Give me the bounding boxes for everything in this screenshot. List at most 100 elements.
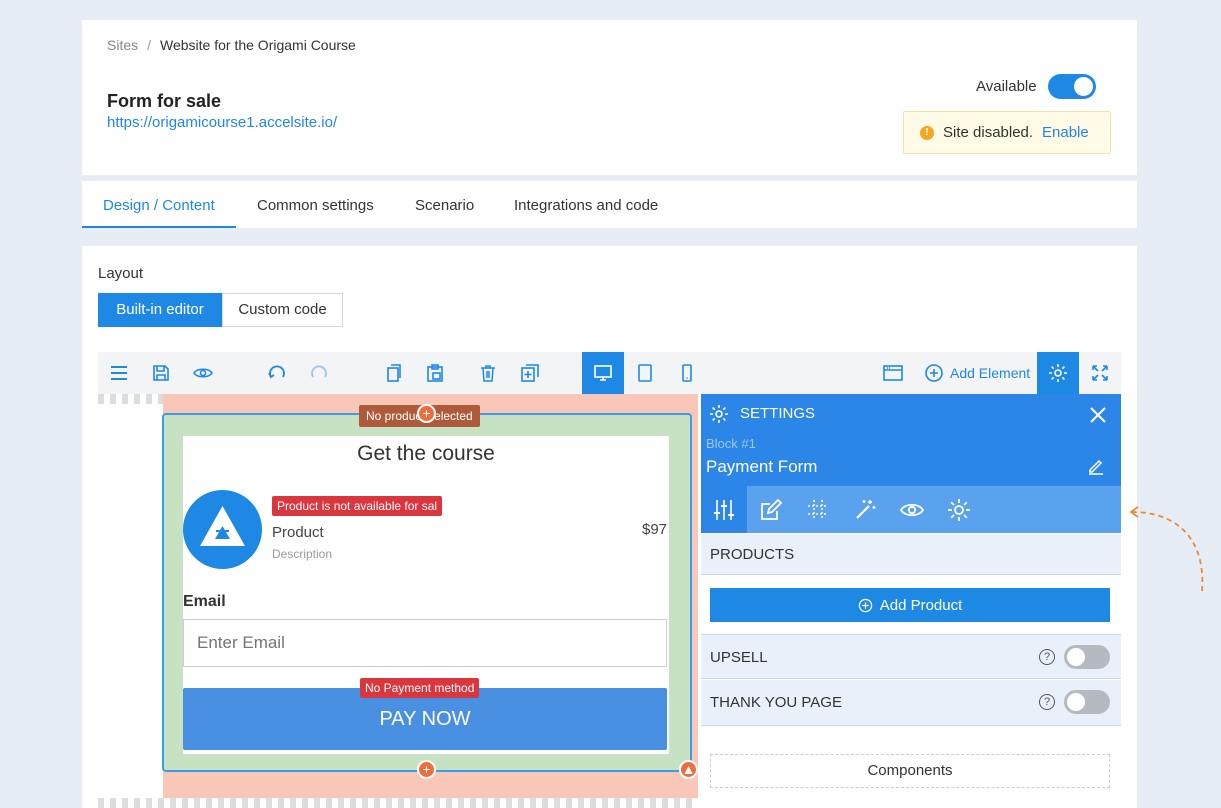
editor-toolbar: Add Element xyxy=(98,352,1121,394)
layout-label: Layout xyxy=(98,265,144,282)
help-icon[interactable]: ? xyxy=(1039,694,1055,710)
close-icon[interactable] xyxy=(1089,406,1107,424)
desktop-view-button[interactable] xyxy=(582,352,624,394)
thank-you-label: THANK YOU PAGE xyxy=(710,694,842,711)
mobile-icon xyxy=(682,364,692,382)
trash-icon xyxy=(481,365,495,382)
magic-wand-icon xyxy=(856,499,876,519)
product-image xyxy=(183,490,262,569)
settings-tab-content[interactable] xyxy=(748,486,794,533)
product-unavailable-tag: Product is not available for sal xyxy=(272,496,443,516)
thank-you-toggle[interactable] xyxy=(1064,690,1110,714)
menu-button[interactable] xyxy=(98,352,140,394)
editor-card: Layout Built-in editor Custom code Add E… xyxy=(82,246,1137,808)
undo-icon xyxy=(268,365,285,379)
enable-link[interactable]: Enable xyxy=(1042,124,1089,141)
upsell-label: UPSELL xyxy=(710,649,768,666)
add-block-above-icon[interactable]: + xyxy=(417,404,436,423)
delete-button[interactable] xyxy=(467,352,509,394)
paste-button[interactable] xyxy=(414,352,456,394)
block-name: Payment Form xyxy=(706,457,818,476)
redo-button[interactable] xyxy=(298,352,340,394)
tab-common-settings[interactable]: Common settings xyxy=(257,197,374,214)
duplicate-button[interactable] xyxy=(509,352,551,394)
tabs-bar: Design / Content Common settings Scenari… xyxy=(82,181,1137,228)
breadcrumb: Sites / Website for the Origami Course xyxy=(107,37,356,53)
email-label: Email xyxy=(183,593,226,610)
desktop-icon xyxy=(594,365,612,381)
canvas-checker-bottom xyxy=(98,798,698,808)
grid-icon xyxy=(808,499,828,520)
site-url-link[interactable]: https://origamicourse1.accelsite.io/ xyxy=(107,114,337,131)
block-resize-icon[interactable]: ▲ xyxy=(679,760,698,779)
settings-tab-effects[interactable] xyxy=(842,486,888,533)
edit-square-icon xyxy=(761,498,783,520)
payment-form: Get the course Product is not available … xyxy=(183,436,669,754)
product-price: $97 xyxy=(642,521,668,538)
copy-icon xyxy=(387,364,401,382)
available-toggle[interactable] xyxy=(1048,74,1096,99)
products-label: PRODUCTS xyxy=(710,546,795,563)
tablet-view-button[interactable] xyxy=(624,352,666,394)
edit-icon[interactable] xyxy=(1087,457,1105,475)
tab-integrations[interactable]: Integrations and code xyxy=(514,197,658,214)
copy-button[interactable] xyxy=(372,352,414,394)
site-disabled-notice: ! Site disabled. Enable xyxy=(903,111,1111,154)
paste-icon xyxy=(427,364,443,382)
settings-header: SETTINGS Block #1 Payment Form xyxy=(701,394,1121,486)
expand-icon xyxy=(1092,365,1108,381)
preview-button[interactable] xyxy=(182,352,224,394)
toggle-knob xyxy=(1067,648,1085,666)
product-description: Description xyxy=(272,547,333,561)
sliders-icon xyxy=(714,499,734,520)
mobile-view-button[interactable] xyxy=(666,352,708,394)
upsell-section: UPSELL ? xyxy=(701,634,1121,679)
add-block-below-icon[interactable]: + xyxy=(417,760,436,779)
product-name: Product xyxy=(272,524,324,541)
header-card: Sites / Website for the Origami Course For… xyxy=(82,20,1137,175)
window-icon xyxy=(883,365,903,381)
add-product-button[interactable]: Add Product xyxy=(710,588,1110,622)
save-icon xyxy=(153,365,169,381)
settings-tab-advanced[interactable] xyxy=(936,486,982,533)
tab-scenario[interactable]: Scenario xyxy=(415,197,474,214)
upsell-toggle[interactable] xyxy=(1064,645,1110,669)
plus-circle-icon xyxy=(925,364,943,382)
curved-arrow-icon xyxy=(1129,506,1204,592)
no-payment-method-tag: No Payment method xyxy=(360,678,480,698)
help-icon[interactable]: ? xyxy=(1039,649,1055,665)
eye-icon xyxy=(193,368,213,378)
settings-tab-general[interactable] xyxy=(701,486,747,533)
page-title: Form for sale xyxy=(107,91,222,111)
components-section[interactable]: Components xyxy=(710,754,1110,788)
builtin-editor-button[interactable]: Built-in editor xyxy=(98,293,222,327)
add-product-label: Add Product xyxy=(879,596,963,614)
save-button[interactable] xyxy=(140,352,182,394)
tab-design-content[interactable]: Design / Content xyxy=(103,197,215,214)
duplicate-icon xyxy=(521,364,539,382)
triangle-logo-icon xyxy=(200,506,245,546)
toggle-knob xyxy=(1074,77,1093,96)
settings-toggle-button[interactable] xyxy=(1037,352,1079,394)
browser-view-button[interactable] xyxy=(872,352,914,394)
active-tab-indicator xyxy=(82,226,236,228)
undo-button[interactable] xyxy=(256,352,298,394)
settings-tab-visibility[interactable] xyxy=(889,486,935,533)
eye-icon xyxy=(900,503,924,516)
settings-tab-layout[interactable] xyxy=(795,486,841,533)
breadcrumb-current: Website for the Origami Course xyxy=(160,37,356,53)
breadcrumb-separator: / xyxy=(147,37,152,53)
custom-code-button[interactable]: Custom code xyxy=(222,293,343,327)
gear-icon xyxy=(710,405,728,423)
fullscreen-button[interactable] xyxy=(1079,352,1121,394)
warning-icon: ! xyxy=(920,126,934,140)
editor-canvas[interactable]: Get the course Product is not available … xyxy=(98,394,698,808)
gear-icon xyxy=(948,498,970,521)
toggle-knob xyxy=(1067,693,1085,711)
add-element-button[interactable]: Add Element xyxy=(924,352,1030,394)
email-input[interactable] xyxy=(183,619,667,667)
notice-text: Site disabled. xyxy=(943,124,1034,141)
breadcrumb-sites-link[interactable]: Sites xyxy=(107,37,138,53)
products-section: PRODUCTS xyxy=(701,534,1121,575)
settings-panel: SETTINGS Block #1 Payment Form PRODUCTS … xyxy=(701,394,1121,808)
